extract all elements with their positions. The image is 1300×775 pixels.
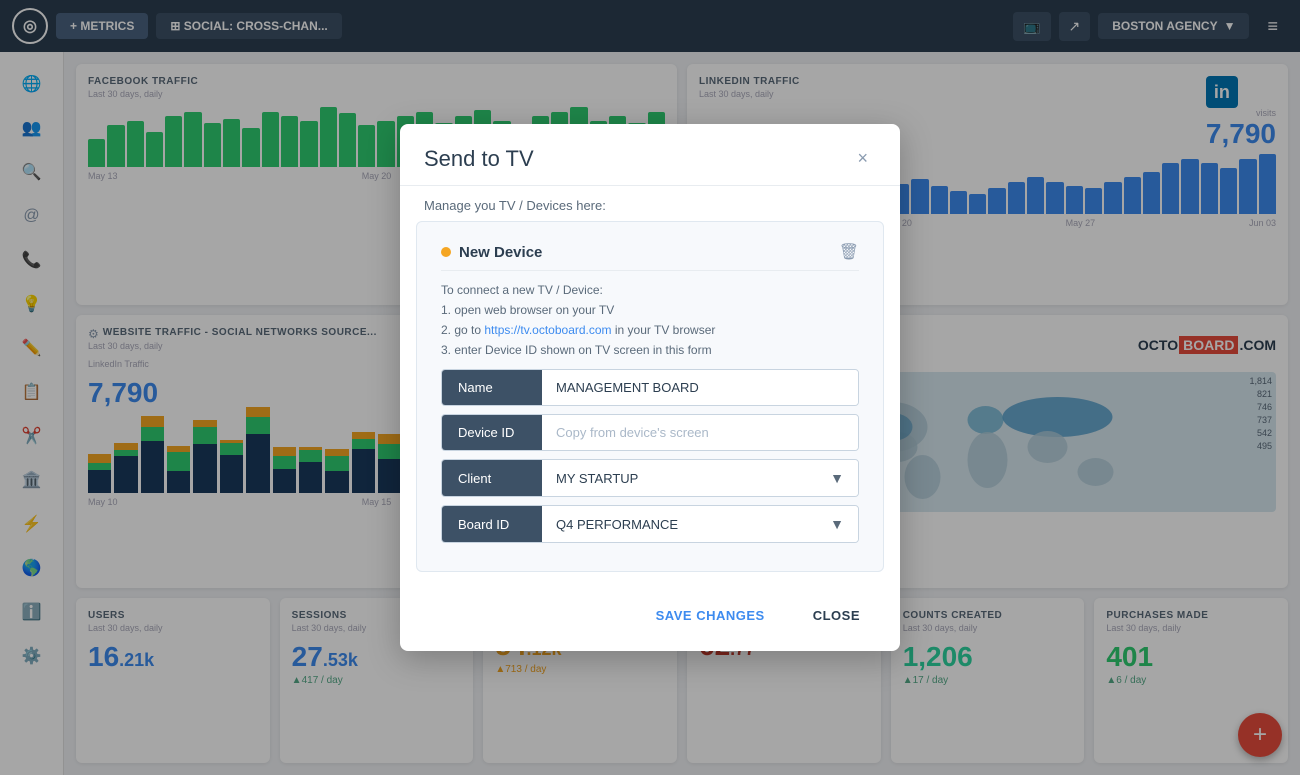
client-label: Client	[442, 460, 542, 496]
name-form-row: Name	[441, 369, 859, 406]
device-id-form-row: Device ID	[441, 414, 859, 451]
device-id-label: Device ID	[442, 415, 542, 450]
client-select-arrow: ▼	[816, 460, 858, 496]
board-id-label: Board ID	[442, 506, 542, 542]
name-label: Name	[442, 370, 542, 405]
connect-instructions: To connect a new TV / Device: 1. open we…	[441, 283, 859, 357]
modal-actions: SAVE CHANGES CLOSE	[400, 588, 900, 651]
modal-title: Send to TV	[424, 146, 534, 172]
board-id-select[interactable]: Q4 PERFORMANCE	[542, 506, 816, 542]
modal-header: Send to TV ×	[400, 124, 900, 186]
board-id-form-row: Board ID Q4 PERFORMANCE ▼	[441, 505, 859, 543]
name-input[interactable]	[542, 370, 858, 405]
modal-subtitle: Manage you TV / Devices here:	[400, 186, 900, 221]
device-header: New Device 🗑	[441, 230, 859, 271]
close-button[interactable]: CLOSE	[797, 600, 876, 631]
client-form-row: Client MY STARTUP ▼	[441, 459, 859, 497]
save-changes-button[interactable]: SAVE CHANGES	[640, 600, 781, 631]
modal-overlay[interactable]: Send to TV × Manage you TV / Devices her…	[0, 0, 1300, 775]
delete-device-button[interactable]: 🗑	[839, 242, 859, 262]
board-id-select-arrow: ▼	[816, 506, 858, 542]
tv-url-link[interactable]: https://tv.octoboard.com	[484, 323, 611, 337]
client-select[interactable]: MY STARTUP	[542, 460, 816, 496]
device-title: New Device	[441, 244, 542, 261]
send-to-tv-modal: Send to TV × Manage you TV / Devices her…	[400, 124, 900, 651]
modal-close-button[interactable]: ×	[849, 144, 876, 173]
device-id-input[interactable]	[542, 415, 858, 450]
device-status-dot	[441, 247, 451, 257]
modal-body: New Device 🗑 To connect a new TV / Devic…	[416, 221, 884, 572]
